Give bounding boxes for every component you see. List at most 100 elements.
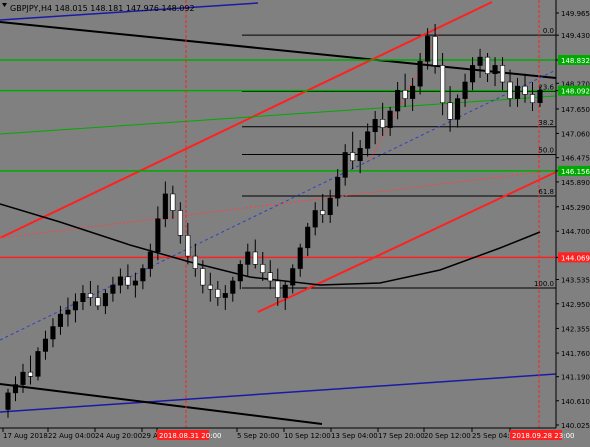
fib-level-label: 50.0 [538,147,554,155]
candle-body [140,268,146,282]
price-label: 149.430 [561,32,590,40]
candle-body [395,90,401,112]
time-label: 20 Sep 12:00 [424,432,471,440]
time-label: 24 Aug 20:00 [95,432,142,440]
candle-body [57,313,63,327]
candle-body [297,247,303,269]
candle-body [42,338,49,352]
candle-body [365,131,371,149]
candle-body [305,226,311,249]
price-label: 140.025 [561,422,590,430]
candle-body [87,293,93,298]
candle-body [342,152,348,178]
candle-body [65,309,71,315]
price-chart[interactable]: 0.0 23.6 38.2 50.0 61.8 100.0 149.965 149.430 1… [0,0,590,443]
candle-body [200,268,206,286]
candle-body [245,251,251,265]
candle-body [267,272,273,282]
fib-level-label: 100.0 [534,280,554,288]
candle-body [185,235,191,257]
price-label: 147.650 [561,106,590,114]
candle-body [447,102,453,120]
time-label-highlight: 2018.09.28 23:00 [512,432,574,440]
price-label-highlight: 148.092 [561,88,590,96]
price-label-highlight: 146.156 [561,168,590,176]
fib-level-label: 23.6 [538,84,554,92]
time-label: 5 Sep 20:00 [237,432,279,440]
candle-body [72,301,78,311]
candle-body [230,280,236,294]
candle-body [432,36,438,66]
candle-body [50,326,56,340]
candle-body [125,276,131,286]
candle-body [357,148,363,162]
time-label: 29 A [142,432,158,440]
candle-body [170,193,176,211]
candle-body [477,56,483,66]
candle-body [327,197,333,215]
candle-body [282,284,288,298]
candle-body [440,65,446,104]
candle-body [335,177,341,199]
price-label-highlight: 144.069 [561,254,590,262]
candle-body [537,90,543,104]
time-label: 17 Sep 20:00 [378,432,425,440]
candle-body [35,351,41,377]
candle-body [155,218,161,253]
price-label: 143.535 [561,277,590,285]
candle-body [312,210,318,228]
price-label: 146.475 [561,155,590,163]
candle-body [350,152,356,162]
price-label-highlight: 148.832 [561,57,590,65]
price-label: 145.290 [561,204,590,212]
candle-body [95,297,101,307]
time-label: 13 Sep 04:00 [331,432,378,440]
candle-body [499,65,506,83]
price-label: 145.890 [561,179,590,187]
candle-body [275,280,281,298]
candle-body [12,384,19,394]
fib-level-label: 0.0 [543,27,554,35]
candle-body [20,371,26,385]
candle-body [417,60,423,87]
candle-body [177,210,183,236]
price-label: 147.060 [561,130,590,138]
candle-body [402,90,408,99]
candle-body [132,280,138,286]
chart-window[interactable]: 0.0 23.6 38.2 50.0 61.8 100.0 149.965 149.430 1… [0,0,590,443]
candle-body [425,36,431,62]
price-label: 140.610 [561,398,590,406]
price-label: 141.190 [561,374,590,382]
candle-body [290,268,296,286]
candle-body [372,119,378,133]
candle-body [470,65,476,83]
candle-body [492,65,498,75]
candle-body [380,119,386,128]
candle-body [455,98,461,120]
candle-body [80,293,86,302]
candle-body [410,85,416,99]
candle-body [117,276,123,286]
price-label: 141.760 [561,350,590,358]
price-label: 144.700 [561,228,590,236]
time-label: 10 Sep 12:00 [284,432,331,440]
candle-body [215,288,221,298]
chart-title: GBPJPY,H4 148.015 148.181 147.976 148.09… [10,4,195,13]
fib-level-label: 61.8 [538,188,554,196]
candle-body [507,81,513,99]
time-label: 17 Aug 2018 [3,432,48,440]
price-label: 142.355 [561,325,590,333]
candle-body [522,85,528,95]
candle-body [237,264,243,282]
time-label: 22 Aug 04:00 [48,432,95,440]
candle-body [529,94,536,104]
candle-body [260,264,266,273]
price-label: 142.950 [561,301,590,309]
candle-body [485,56,491,75]
candle-body [222,293,228,298]
candle-body [320,210,326,215]
price-label: 149.965 [561,10,590,18]
candle-body [462,81,468,99]
candle-body [514,85,521,99]
time-label-highlight: 2018.08.31 20:00 [159,432,221,440]
